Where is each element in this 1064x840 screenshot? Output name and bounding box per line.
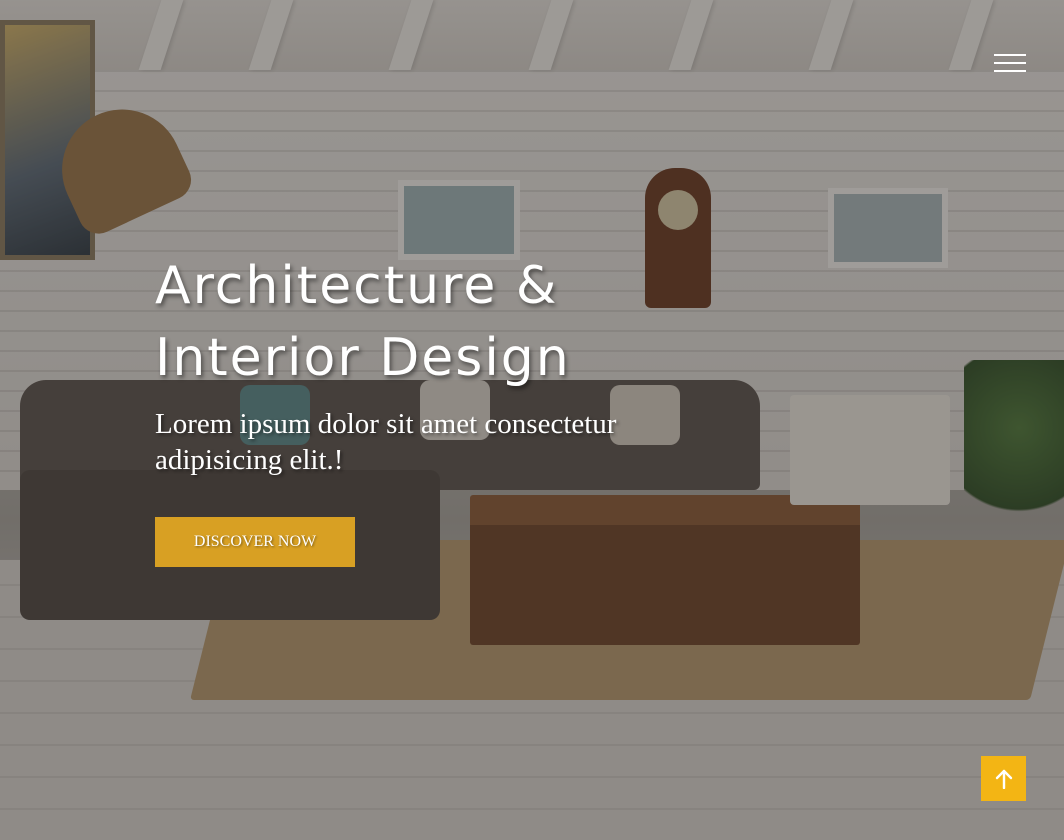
hamburger-menu-icon: [994, 54, 1026, 56]
scroll-to-top-button[interactable]: [981, 756, 1026, 801]
discover-now-button[interactable]: DISCOVER NOW: [155, 517, 355, 567]
hero-subtitle: Lorem ipsum dolor sit amet consectetur a…: [155, 408, 617, 476]
menu-toggle-button[interactable]: [994, 52, 1028, 76]
hero-content: Architecture & Interior Design Lorem ips…: [155, 250, 715, 567]
hero-title: Architecture & Interior Design: [155, 250, 715, 394]
hero-title-line1: Architecture &: [155, 256, 559, 316]
hero-title-line2: Interior Design: [155, 328, 571, 388]
arrow-up-icon: [995, 769, 1012, 789]
